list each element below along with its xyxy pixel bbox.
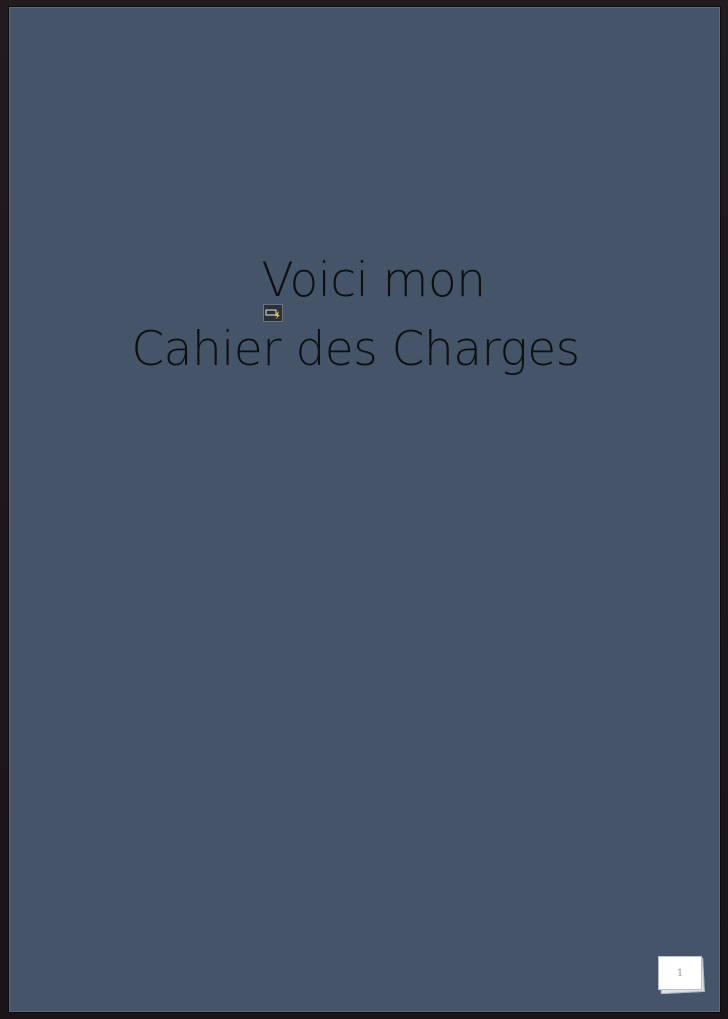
image-anchor-icon[interactable] [263,304,283,322]
page-number: 1 [658,956,702,990]
title-line-1: Voici mon [261,253,486,308]
title-line-2: Cahier des Charges [131,322,580,377]
document-page[interactable]: Voici mon Cahier des Charges 1 [9,7,720,1012]
document-workspace: Voici mon Cahier des Charges 1 [0,0,728,1019]
page-title[interactable]: Voici mon Cahier des Charges [10,246,719,384]
page-number-frame: 1 [658,956,705,995]
